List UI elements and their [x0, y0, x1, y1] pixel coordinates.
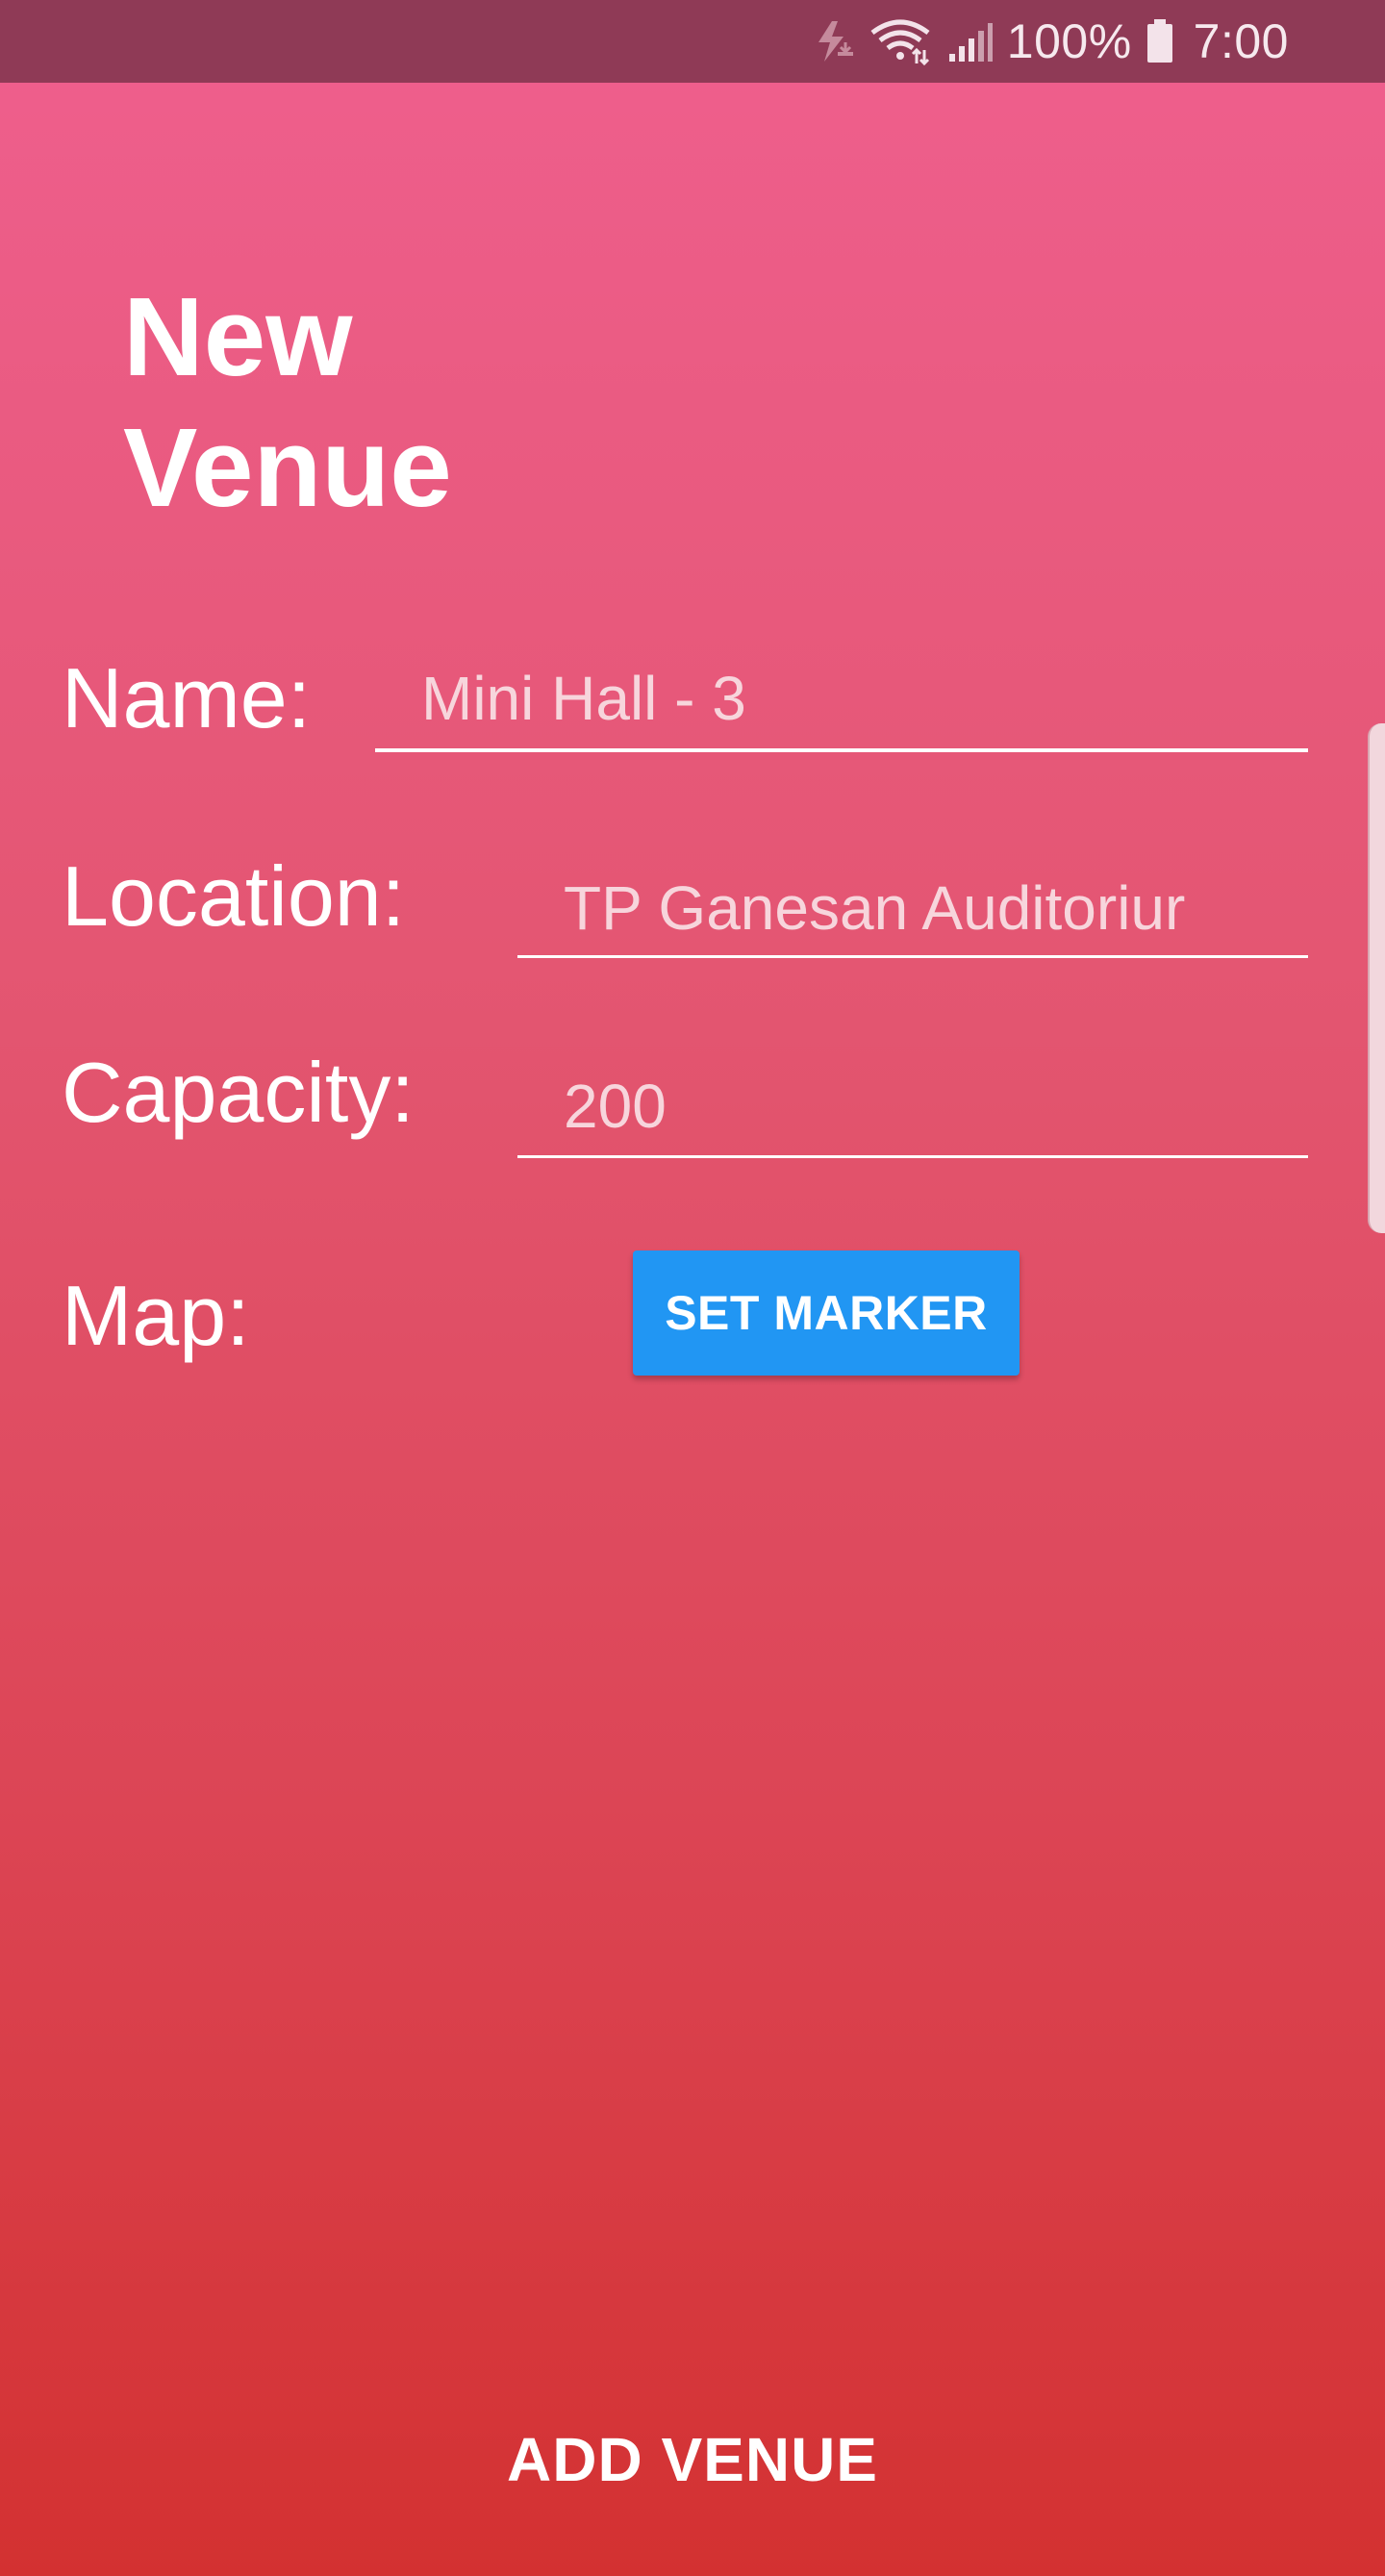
- location-input-value: TP Ganesan Auditoriur: [564, 873, 1186, 943]
- status-bar: 100% 7:00: [0, 0, 1385, 83]
- capacity-input-value: 200: [564, 1072, 667, 1141]
- location-input[interactable]: TP Ganesan Auditoriur: [517, 870, 1308, 958]
- name-label: Name:: [62, 650, 312, 745]
- clock: 7:00: [1193, 14, 1289, 68]
- edge-panel-handle[interactable]: [1368, 723, 1385, 1233]
- map-label: Map:: [62, 1268, 250, 1363]
- location-label: Location:: [62, 848, 406, 944]
- set-marker-button[interactable]: SET MARKER: [633, 1250, 1020, 1376]
- page-title: New Venue: [123, 274, 452, 530]
- battery-icon: [1146, 17, 1174, 65]
- charging-sync-icon: [811, 17, 855, 65]
- battery-percent: 100%: [1006, 14, 1132, 68]
- name-input-value: Mini Hall - 3: [421, 664, 746, 733]
- capacity-input[interactable]: 200: [517, 1068, 1308, 1158]
- status-bar-right: 100% 7:00: [811, 0, 1289, 83]
- signal-icon: [945, 17, 994, 65]
- capacity-label: Capacity:: [62, 1045, 415, 1140]
- name-input[interactable]: Mini Hall - 3: [375, 660, 1308, 752]
- add-venue-button[interactable]: ADD VENUE: [0, 2424, 1385, 2495]
- wifi-icon: [869, 17, 932, 65]
